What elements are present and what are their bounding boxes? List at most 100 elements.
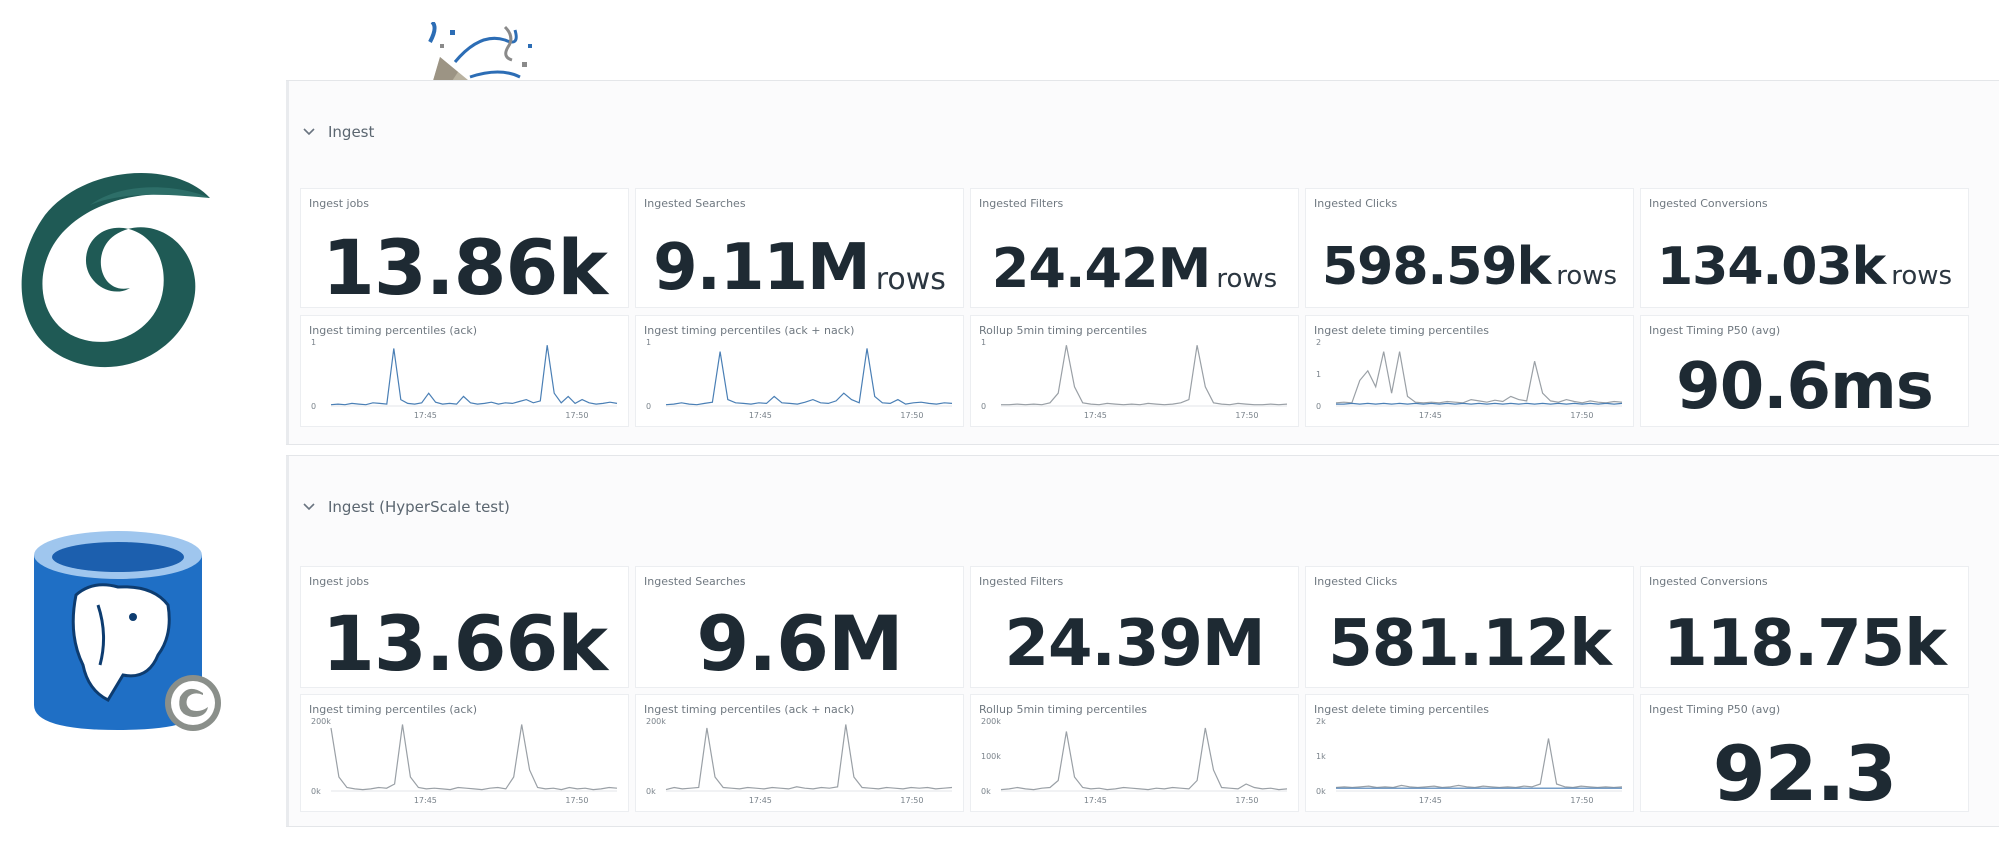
chart-tile-rollup[interactable]: Rollup 5min timing percentiles 200k 100k 0…: [970, 694, 1299, 812]
timeseries-chart: 1 0 17:45 17:50: [981, 338, 1288, 420]
stat-value: 13.66k: [322, 599, 608, 688]
tile-title: Ingested Conversions: [1649, 197, 1768, 210]
stat-tile-timing-p50[interactable]: Ingest Timing P50 (avg) 92.3: [1640, 694, 1969, 818]
ingest-section: Ingest Ingest jobs 13.86k Ingested Searc…: [286, 80, 1999, 445]
y-tick-label: 0k: [1316, 787, 1326, 796]
stat-tile-ingested-clicks[interactable]: Ingested Clicks 581.12k: [1305, 566, 1634, 688]
x-tick-label: 17:50: [1570, 796, 1593, 805]
y-tick-label: 1: [646, 338, 651, 347]
x-tick-label: 17:45: [414, 796, 437, 805]
y-tick-label: 0: [981, 402, 986, 411]
timeseries-chart: 2 1 0 17:45 17:50: [1316, 338, 1623, 420]
section-header[interactable]: Ingest: [302, 123, 374, 141]
x-tick-label: 17:45: [749, 796, 772, 805]
tile-title: Ingest Timing P50 (avg): [1649, 324, 1781, 337]
timeseries-chart: 1 0 17:45 17:50: [646, 338, 953, 420]
chevron-down-icon[interactable]: [302, 125, 316, 139]
stat-tile-ingested-searches[interactable]: Ingested Searches 9.6M: [635, 566, 964, 688]
x-tick-label: 17:50: [1235, 411, 1258, 420]
tile-title: Ingest Timing P50 (avg): [1649, 703, 1781, 716]
y-tick-label: 1: [311, 338, 316, 347]
section-header[interactable]: Ingest (HyperScale test): [302, 498, 510, 516]
stat-value: 13.86k: [322, 223, 608, 312]
stat-value: 9.6M: [696, 599, 903, 688]
timeseries-chart: 200k 0k 17:45 17:50: [311, 717, 618, 805]
x-tick-label: 17:45: [1084, 411, 1107, 420]
series-line: [330, 724, 618, 791]
chart-tile-delete[interactable]: Ingest delete timing percentiles 2k 1k 0k 1…: [1305, 694, 1634, 812]
ingest-hyperscale-section: Ingest (HyperScale test) Ingest jobs 13.…: [286, 455, 1999, 827]
tile-title: Ingested Clicks: [1314, 197, 1398, 210]
timeseries-chart: 200k 0k 17:45 17:50: [646, 717, 953, 805]
chart-tile-ack[interactable]: Ingest timing percentiles (ack) 1 0 17:45 1…: [300, 315, 629, 427]
y-tick-label: 0: [1316, 402, 1321, 411]
y-tick-label: 0: [311, 402, 316, 411]
stat-tile-ingested-filters[interactable]: Ingested Filters 24.39M: [970, 566, 1299, 688]
x-tick-label: 17:45: [1419, 411, 1442, 420]
tile-title: Ingested Clicks: [1314, 575, 1398, 588]
tile-title: Ingested Filters: [979, 197, 1064, 210]
stat-unit: rows: [1216, 264, 1278, 294]
timeseries-chart: 200k 100k 0k 17:45 17:50: [981, 717, 1288, 805]
x-tick-label: 17:45: [1084, 796, 1107, 805]
section-title: Ingest (HyperScale test): [328, 498, 510, 516]
stat-tile-timing-p50[interactable]: Ingest Timing P50 (avg) 90.6ms: [1640, 315, 1969, 427]
y-tick-label: 1k: [1316, 752, 1326, 761]
stat-unit: rows: [1891, 261, 1953, 291]
stat-value: 92.3: [1712, 729, 1898, 818]
timeseries-chart: 2k 1k 0k 17:45 17:50: [1316, 717, 1623, 805]
stat-tile-ingested-filters[interactable]: Ingested Filters 24.42M rows: [970, 188, 1299, 308]
series-line: [1000, 727, 1288, 791]
series-line: [665, 724, 953, 791]
chevron-down-icon[interactable]: [302, 500, 316, 514]
chart-tile-ack-nack[interactable]: Ingest timing percentiles (ack + nack) 2…: [635, 694, 964, 812]
x-tick-label: 17:50: [565, 411, 588, 420]
series-line: [665, 348, 953, 406]
stat-value: 581.12k: [1328, 607, 1612, 681]
chart-tile-ack-nack[interactable]: Ingest timing percentiles (ack + nack) 1…: [635, 315, 964, 427]
y-tick-label: 0k: [311, 787, 321, 796]
tile-title: Ingested Conversions: [1649, 575, 1768, 588]
y-tick-label: 1: [981, 338, 986, 347]
section-title: Ingest: [328, 123, 375, 141]
y-tick-label: 0k: [646, 787, 656, 796]
tile-title: Ingested Searches: [644, 575, 746, 588]
y-tick-label: 0: [646, 402, 651, 411]
y-tick-label: 1: [1316, 370, 1321, 379]
x-tick-label: 17:50: [1570, 411, 1593, 420]
stat-tile-ingested-clicks[interactable]: Ingested Clicks 598.59k rows: [1305, 188, 1634, 308]
swirl-logo-icon: [21, 172, 210, 368]
stat-tile-ingested-conversions[interactable]: Ingested Conversions 118.75k: [1640, 566, 1969, 688]
x-tick-label: 17:45: [414, 411, 437, 420]
x-tick-label: 17:45: [1419, 796, 1442, 805]
chart-tile-rollup[interactable]: Rollup 5min timing percentiles 1 0 17:45 17…: [970, 315, 1299, 427]
stat-tile-ingest-jobs[interactable]: Ingest jobs 13.66k: [300, 566, 629, 688]
x-tick-label: 17:50: [565, 796, 588, 805]
stat-tile-ingested-searches[interactable]: Ingested Searches 9.11M rows: [635, 188, 964, 308]
tile-title: Ingest jobs: [309, 575, 370, 588]
y-tick-label: 2k: [1316, 717, 1326, 726]
chart-tile-delete[interactable]: Ingest delete timing percentiles 2 1 0 17:4…: [1305, 315, 1634, 427]
series-line: [1335, 351, 1623, 404]
y-tick-label: 100k: [981, 752, 1001, 761]
y-tick-label: 200k: [311, 717, 331, 726]
chart-tile-ack[interactable]: Ingest timing percentiles (ack) 200k 0k 17…: [300, 694, 629, 812]
y-tick-label: 200k: [646, 717, 666, 726]
tile-title: Ingested Filters: [979, 575, 1064, 588]
series-line: [1001, 345, 1288, 406]
stat-tile-ingested-conversions[interactable]: Ingested Conversions 134.03k rows: [1640, 188, 1969, 308]
stat-value: 134.03k rows: [1656, 237, 1953, 297]
series-line: [1335, 738, 1623, 789]
stat-tile-ingest-jobs[interactable]: Ingest jobs 13.86k: [300, 188, 629, 312]
y-tick-label: 2: [1316, 338, 1321, 347]
tile-title: Ingest jobs: [309, 197, 370, 210]
stat-value: 90.6ms: [1676, 350, 1934, 424]
x-tick-label: 17:45: [749, 411, 772, 420]
series-line: [330, 345, 618, 406]
stat-value: 9.11M rows: [653, 231, 946, 305]
postgres-database-icon: [34, 531, 221, 731]
x-tick-label: 17:50: [900, 796, 923, 805]
stat-value: 598.59k rows: [1321, 237, 1618, 297]
series-line: [1336, 402, 1623, 405]
x-tick-label: 17:50: [900, 411, 923, 420]
